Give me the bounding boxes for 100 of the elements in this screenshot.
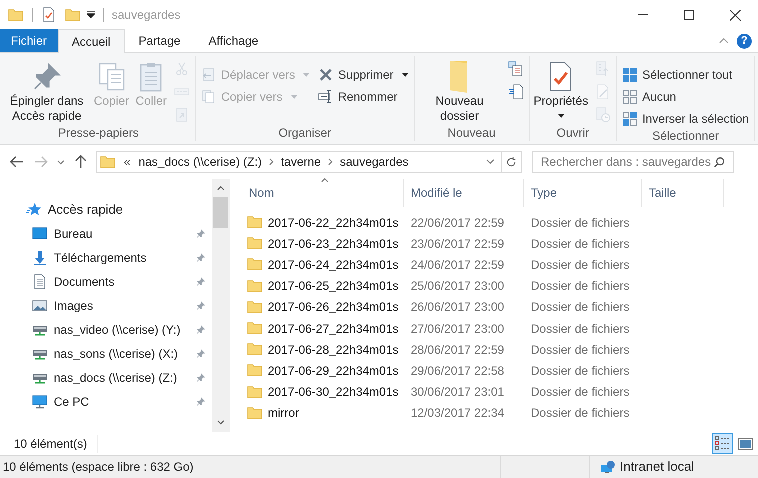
caret-icon[interactable] [87, 11, 95, 19]
download-icon [32, 250, 48, 266]
nav-item[interactable]: Téléchargements [26, 246, 206, 270]
column-header[interactable]: Taille [642, 179, 724, 207]
table-cell: 29/06/2017 22:58 [411, 364, 504, 378]
file-row[interactable]: 2017-06-28_22h34m01s 28/06/2017 22:59 Dossier de fichiers [242, 339, 758, 360]
scroll-up-icon[interactable] [216, 186, 224, 191]
table-cell: Dossier de fichiers [531, 216, 630, 230]
easy-access-icon [508, 84, 524, 100]
scissors-icon [174, 61, 190, 77]
pin-icon [196, 301, 206, 311]
ribbon-button[interactable]: Renommer [318, 88, 409, 106]
file-row[interactable]: 2017-06-30_22h34m01s 30/06/2017 23:01 Dossier de fichiers [242, 382, 758, 403]
scrollbar-thumb[interactable] [213, 197, 228, 228]
nav-item[interactable]: Ce PC [26, 390, 206, 414]
ribbon-icon-button[interactable] [508, 83, 524, 101]
ribbon-button[interactable]: Épingler dans Accès rapide [3, 56, 91, 124]
nav-item[interactable]: nas_docs (\\cerise) (Z:) [26, 366, 206, 390]
file-name: 2017-06-22_22h34m01s [268, 214, 399, 232]
folder-icon [247, 322, 263, 336]
large-icons-view-icon [738, 438, 753, 450]
desktop-icon [32, 226, 48, 242]
ribbon-group-label: Organiser [278, 125, 332, 141]
nav-item[interactable]: Accès rapide [26, 198, 206, 222]
file-row[interactable]: 2017-06-24_22h34m01s 24/06/2017 22:59 Dossier de fichiers [242, 254, 758, 276]
ribbon-button[interactable]: Sélectionner tout [622, 66, 750, 84]
back-arrow-icon [10, 156, 24, 168]
nav-item[interactable]: Documents [26, 270, 206, 294]
ribbon-tab[interactable]: Partage [124, 29, 195, 52]
folder-icon [450, 61, 470, 93]
table-cell: Dossier de fichiers [531, 322, 630, 336]
nav-item[interactable]: nas_sons (\\cerise) (X:) [26, 342, 206, 366]
file-row[interactable]: 2017-06-26_22h34m01s 26/06/2017 23:00 Dossier de fichiers [242, 296, 758, 318]
chevron-icon [328, 158, 334, 166]
breadcrumb[interactable]: nas_docs (\\cerise) (Z:) [138, 153, 262, 171]
scrollbar[interactable] [212, 179, 229, 432]
ribbon-group-label: Presse-papiers [57, 125, 140, 141]
dropdown-icon[interactable] [486, 159, 495, 165]
file-row[interactable]: 2017-06-25_22h34m01s 25/06/2017 23:00 Dossier de fichiers [242, 276, 758, 297]
ribbon-icon-button[interactable] [508, 60, 524, 78]
ribbon-button[interactable]: Supprimer [318, 66, 409, 84]
table-cell: 26/06/2017 23:00 [411, 300, 504, 314]
column-header[interactable]: Nom [242, 179, 404, 207]
column-header[interactable]: Modifié le [404, 179, 524, 207]
ribbon-tab[interactable]: Accueil [58, 29, 125, 53]
window-title: sauvegardes [112, 7, 181, 24]
ribbon-button[interactable]: Aucun [622, 88, 750, 106]
delete-icon [318, 67, 334, 83]
help-button[interactable]: ? [737, 34, 752, 48]
file-row[interactable]: 2017-06-22_22h34m01s 22/06/2017 22:59 Dossier de fichiers [242, 212, 758, 234]
file-row[interactable]: 2017-06-27_22h34m01s 27/06/2017 23:00 Dossier de fichiers [242, 318, 758, 340]
file-row[interactable]: 2017-06-29_22h34m01s 29/06/2017 22:58 Dossier de fichiers [242, 360, 758, 382]
table-cell: 28/06/2017 22:59 [411, 342, 504, 357]
file-row[interactable]: 2017-06-23_22h34m01s 23/06/2017 22:59 Dossier de fichiers [242, 233, 758, 254]
details-view-button[interactable] [712, 433, 733, 454]
network-globe-icon [600, 459, 616, 475]
ribbon-button[interactable]: Propriétés [530, 56, 592, 118]
nav-item[interactable]: Images [26, 294, 206, 318]
ribbon-tab[interactable]: Affichage [194, 29, 273, 52]
ribbon-button[interactable]: Nouveau dossier [416, 56, 504, 124]
address-bar[interactable]: « nas_docs (\\cerise) (Z:) taverne sauvegardes [96, 151, 522, 173]
overflow-chevron[interactable]: « [124, 153, 131, 171]
new-item-icon [508, 61, 524, 77]
select-none-icon [622, 89, 638, 105]
file-row[interactable]: mirror 12/03/2017 22:34 Dossier de fichiers [242, 402, 758, 424]
folder-icon [247, 364, 263, 378]
status-text: 10 éléments (espace libre : 632 Go) [3, 459, 194, 476]
breadcrumb[interactable]: sauvegardes [340, 153, 409, 171]
sort-ascending-icon [321, 178, 329, 183]
history-icon [595, 107, 612, 123]
details-view-icon [715, 436, 730, 451]
maximize-icon [684, 10, 694, 20]
folder-icon [247, 406, 263, 420]
new-folder-icon [65, 8, 81, 22]
search-field[interactable]: Rechercher dans : sauvegardes [532, 151, 734, 173]
image-icon [32, 298, 48, 314]
breadcrumb[interactable]: taverne [281, 153, 322, 171]
collapse-ribbon-icon[interactable] [719, 38, 729, 44]
ribbon-tab[interactable]: Fichier [0, 29, 58, 52]
pin-icon [196, 229, 206, 239]
chevron-down-icon [57, 160, 65, 164]
back-button[interactable] [8, 156, 26, 168]
scroll-down-icon[interactable] [216, 420, 224, 425]
column-header[interactable]: Type [524, 179, 642, 207]
document-icon [32, 274, 48, 290]
nav-item[interactable]: Bureau [26, 222, 206, 246]
star-icon [26, 202, 42, 218]
folder-icon [247, 343, 263, 356]
invert-selection-icon [622, 111, 638, 127]
table-cell: 22/06/2017 22:59 [411, 216, 504, 230]
file-name: mirror [268, 405, 300, 422]
properties-icon[interactable] [41, 7, 57, 23]
table-cell: 23/06/2017 22:59 [411, 236, 504, 251]
table-cell: Dossier de fichiers [531, 279, 630, 294]
nav-item[interactable]: nas_video (\\cerise) (Y:) [26, 318, 206, 342]
recent-locations-button[interactable] [56, 160, 66, 164]
ribbon-button[interactable]: Inverser la sélection [622, 110, 750, 128]
file-name: 2017-06-24_22h34m01s [268, 256, 399, 274]
ribbon-group-label: Sélectionner [651, 128, 720, 144]
pin-icon [196, 373, 206, 383]
